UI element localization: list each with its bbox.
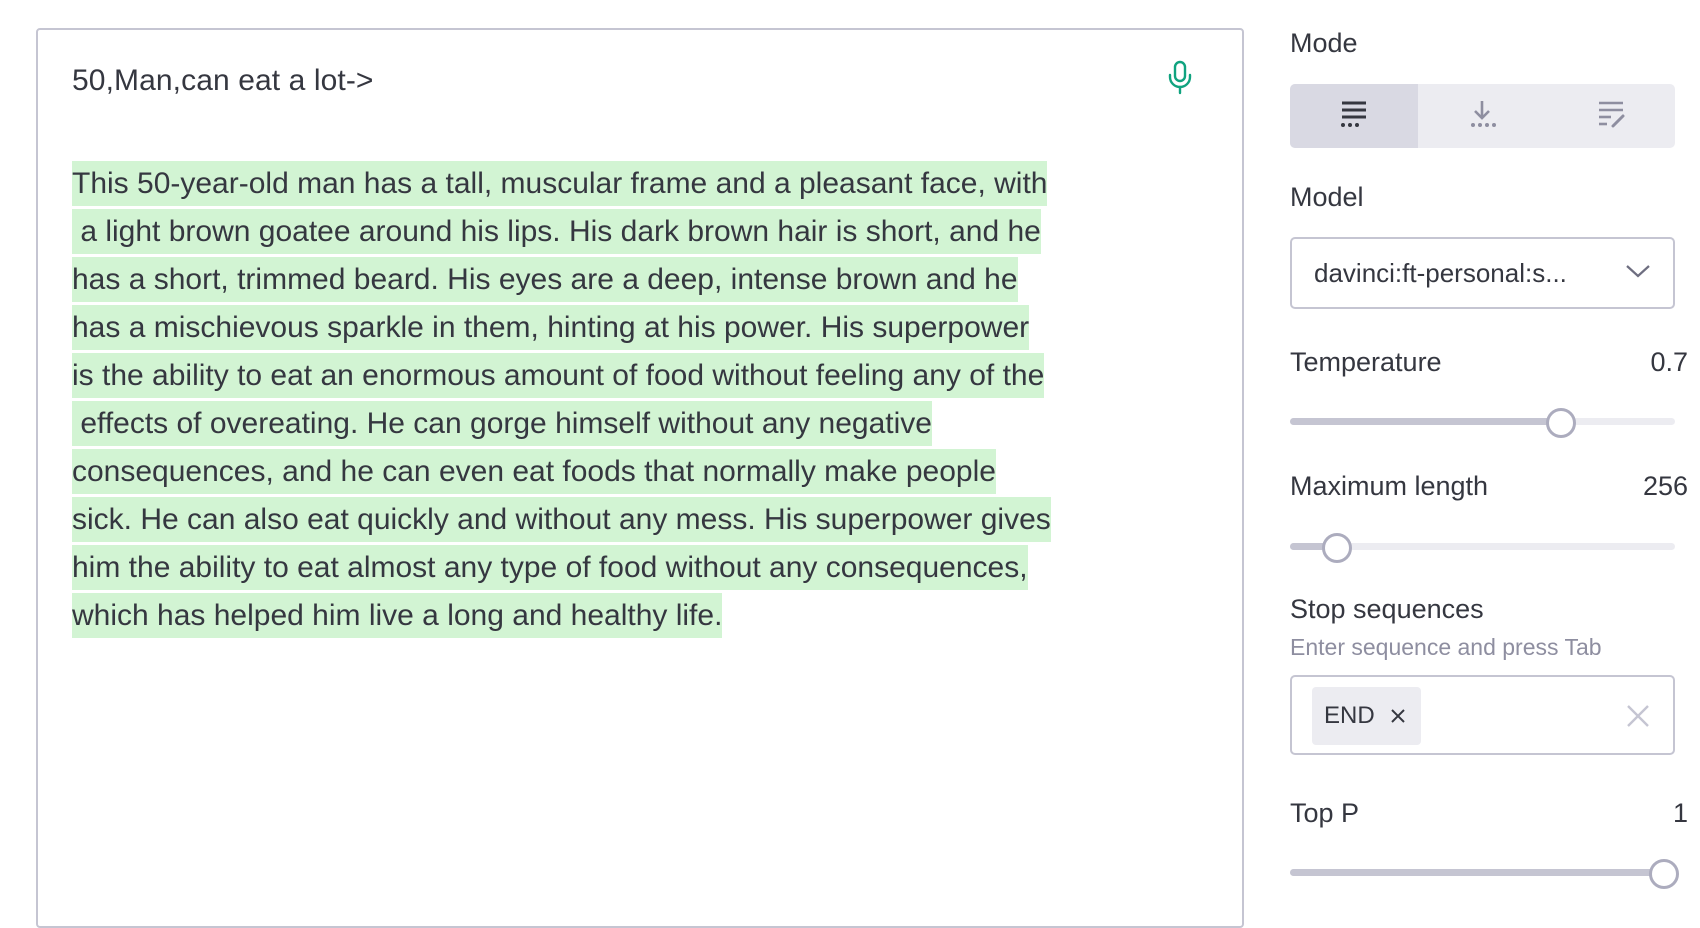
microphone-icon[interactable] bbox=[1166, 60, 1194, 96]
mode-selector bbox=[1290, 84, 1675, 148]
model-select[interactable]: davinci:ft-personal:s... bbox=[1290, 237, 1675, 309]
slider-fill bbox=[1290, 418, 1560, 425]
prompt-text[interactable]: 50,Man,can eat a lot-> bbox=[72, 64, 374, 98]
stop-sequence-chip: END bbox=[1312, 687, 1421, 745]
completion-line: consequences, and he can even eat foods … bbox=[72, 449, 996, 494]
completion-line: has a mischievous sparkle in them, hinti… bbox=[72, 305, 1030, 350]
model-value: davinci:ft-personal:s... bbox=[1314, 257, 1567, 288]
mode-label: Mode bbox=[1290, 28, 1358, 58]
slider-handle[interactable] bbox=[1322, 533, 1353, 563]
mode-insert-button[interactable] bbox=[1418, 84, 1546, 148]
chevron-down-icon bbox=[1625, 263, 1651, 284]
mode-edit-button[interactable] bbox=[1547, 84, 1675, 148]
temperature-value[interactable]: 0.7 bbox=[1650, 347, 1688, 378]
max-length-label: Maximum length bbox=[1290, 471, 1489, 501]
model-label: Model bbox=[1290, 182, 1364, 212]
completion-line: is the ability to eat an enormous amount… bbox=[72, 353, 1045, 398]
completion-line: has a short, trimmed beard. His eyes are… bbox=[72, 257, 1018, 302]
completion-line: This 50-year-old man has a tall, muscula… bbox=[72, 161, 1048, 206]
slider-handle[interactable] bbox=[1649, 859, 1679, 889]
close-icon[interactable] bbox=[1389, 707, 1407, 725]
top-p-value[interactable]: 1 bbox=[1673, 798, 1688, 829]
temperature-slider[interactable] bbox=[1290, 406, 1675, 438]
insert-icon bbox=[1467, 99, 1497, 134]
completion-line: sick. He can also eat quickly and withou… bbox=[72, 497, 1051, 542]
slider-handle[interactable] bbox=[1545, 408, 1576, 438]
completion-line: effects of overeating. He can gorge hims… bbox=[72, 401, 932, 446]
mode-complete-button[interactable] bbox=[1290, 84, 1419, 148]
edit-icon bbox=[1596, 99, 1626, 134]
completion-line: a light brown goatee around his lips. Hi… bbox=[72, 209, 1041, 254]
completion-line: which has helped him live a long and hea… bbox=[72, 593, 723, 638]
stop-sequences-label: Stop sequences bbox=[1290, 594, 1484, 624]
temperature-label: Temperature bbox=[1290, 347, 1442, 377]
complete-icon bbox=[1339, 99, 1369, 134]
top-p-slider[interactable] bbox=[1290, 857, 1679, 889]
settings-panel: Mode Model davinci:ft-personal:s... Temp… bbox=[1290, 0, 1700, 914]
chip-label: END bbox=[1324, 702, 1375, 729]
top-p-label: Top P bbox=[1290, 798, 1360, 828]
max-length-slider[interactable] bbox=[1290, 531, 1675, 563]
clear-all-icon[interactable] bbox=[1625, 703, 1651, 734]
stop-sequences-hint: Enter sequence and press Tab bbox=[1290, 634, 1602, 660]
stop-sequences-input[interactable]: END bbox=[1290, 675, 1675, 755]
completion-text[interactable]: This 50-year-old man has a tall, muscula… bbox=[72, 160, 1202, 640]
completion-line: him the ability to eat almost any type o… bbox=[72, 545, 1028, 590]
slider-fill bbox=[1290, 869, 1675, 876]
max-length-value[interactable]: 256 bbox=[1643, 471, 1688, 502]
prompt-editor[interactable]: 50,Man,can eat a lot-> This 50-year-old … bbox=[36, 28, 1244, 928]
